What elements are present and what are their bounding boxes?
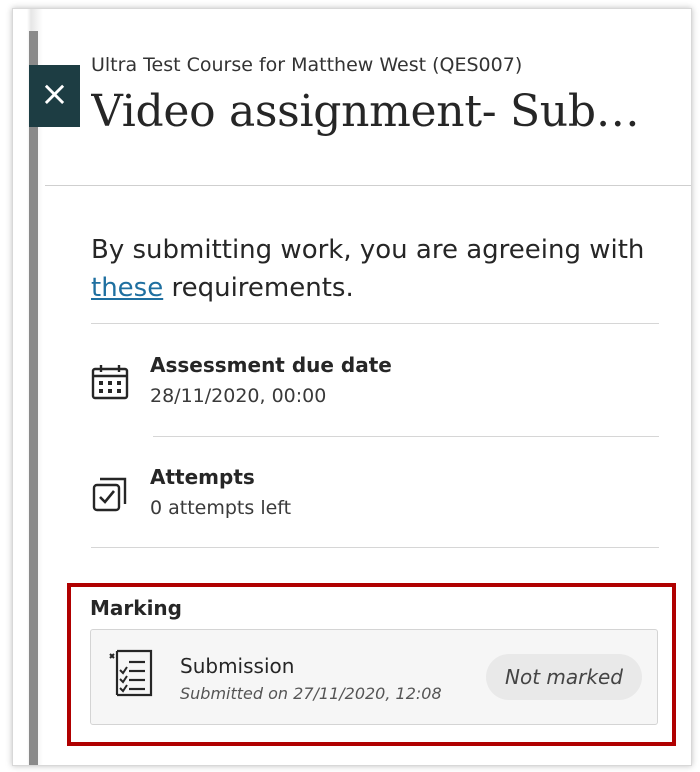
- calendar-icon: [91, 365, 129, 400]
- attempts-row: Attempts 0 attempts left: [91, 465, 291, 519]
- divider: [91, 547, 659, 548]
- background-strip: [29, 31, 38, 765]
- due-date-value: 28/11/2020, 00:00: [150, 385, 327, 407]
- panel-header: Ultra Test Course for Matthew West (QES0…: [91, 54, 691, 137]
- page-title: Video assignment- Submission: [91, 86, 651, 137]
- submission-card[interactable]: Submission Submitted on 27/11/2020, 12:0…: [90, 629, 658, 725]
- notice-text-before: By submitting work, you are agreeing wit…: [91, 235, 645, 265]
- attempts-icon: [92, 477, 127, 512]
- submission-date: Submitted on 27/11/2020, 12:08: [180, 684, 442, 703]
- divider: [91, 323, 659, 324]
- divider: [153, 436, 659, 437]
- attempts-text: Attempts 0 attempts left: [150, 465, 291, 519]
- due-date-label: Assessment due date: [150, 353, 392, 377]
- requirements-link[interactable]: these: [91, 273, 163, 303]
- close-button[interactable]: ×: [29, 65, 80, 127]
- status-badge: Not marked: [486, 654, 642, 700]
- assignment-panel: × Ultra Test Course for Matthew West (QE…: [12, 8, 692, 766]
- submission-title: Submission: [180, 654, 295, 678]
- marking-label: Marking: [90, 596, 182, 620]
- submission-notice: By submitting work, you are agreeing wit…: [91, 231, 651, 307]
- course-title: Ultra Test Course for Matthew West (QES0…: [91, 54, 523, 76]
- notice-text-after: requirements.: [163, 273, 354, 303]
- close-icon: ×: [40, 74, 69, 114]
- due-date-row: Assessment due date 28/11/2020, 00:00: [91, 353, 392, 407]
- header-divider: [45, 185, 691, 186]
- attempts-label: Attempts: [150, 465, 255, 489]
- attempts-value: 0 attempts left: [150, 497, 292, 519]
- due-date-text: Assessment due date 28/11/2020, 00:00: [150, 353, 392, 407]
- checklist-icon: [109, 649, 153, 697]
